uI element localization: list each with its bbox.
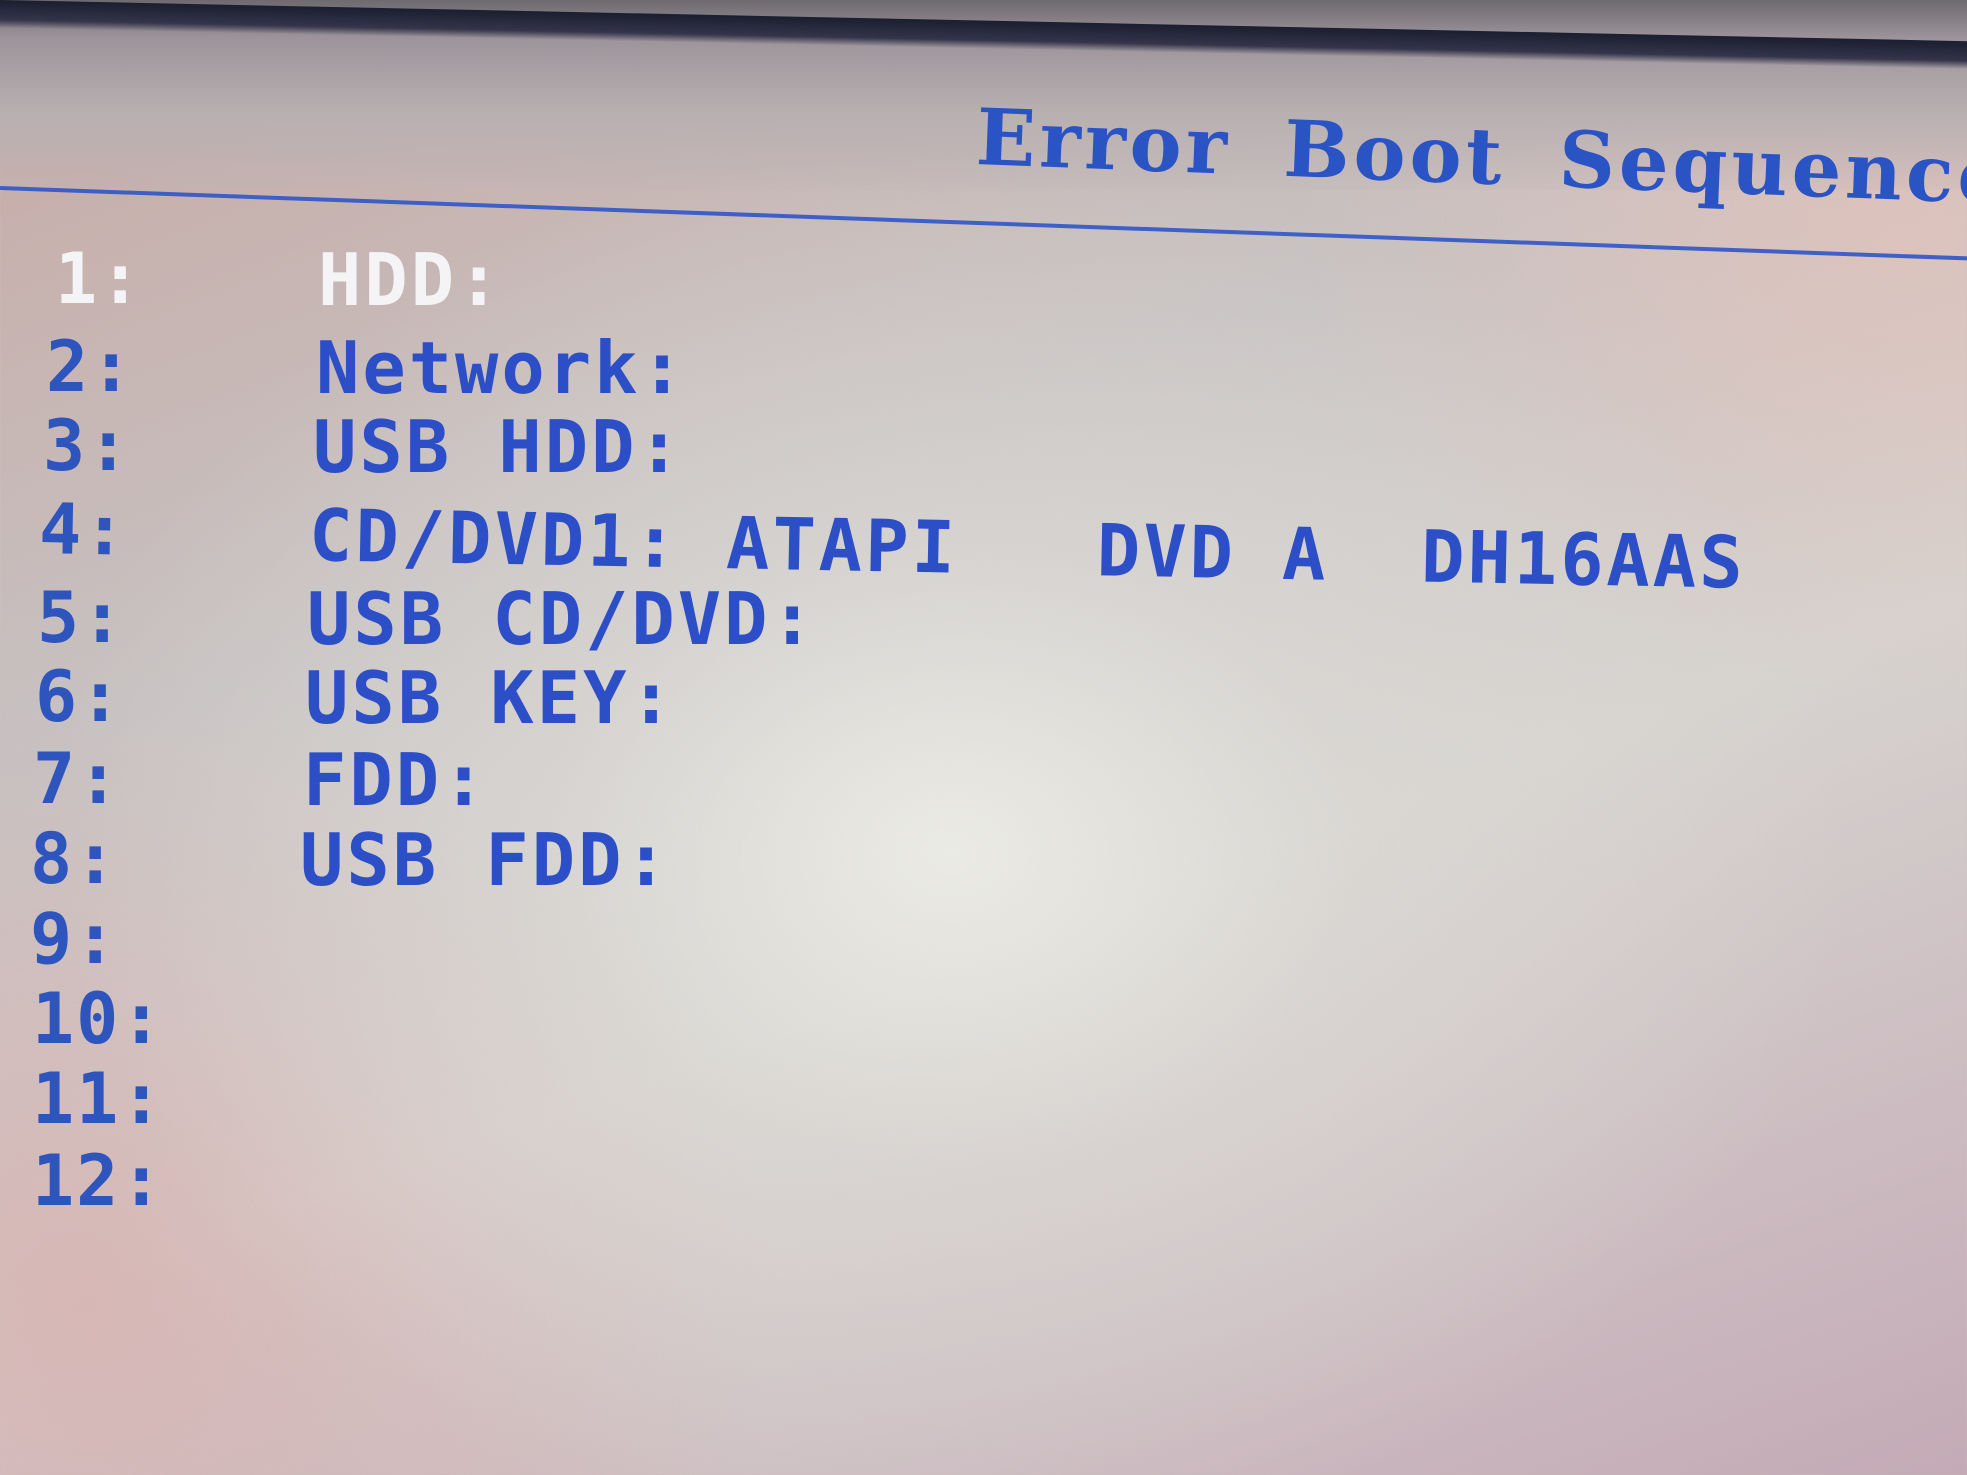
boot-item-device: USB FDD:: [300, 818, 671, 902]
boot-item-index: 1:: [55, 238, 144, 320]
boot-item-device: FDD:: [303, 738, 489, 822]
boot-item-index: 9:: [30, 898, 119, 980]
boot-item-index: 5:: [37, 577, 126, 659]
boot-item-index: 8:: [30, 818, 119, 900]
boot-item-device: USB KEY:: [305, 656, 676, 740]
boot-item-device: Network:: [316, 326, 687, 410]
boot-item-index: 11:: [32, 1058, 165, 1140]
boot-sequence-list: 1: HDD: 2: Network: 3: USB HDD: 4: CD/DV…: [0, 0, 1967, 1475]
boot-item-index: 3:: [43, 405, 132, 487]
boot-item-index: 7:: [33, 738, 122, 820]
boot-item-index: 12:: [32, 1140, 165, 1222]
boot-item-index: 10:: [32, 978, 165, 1060]
boot-item-index: 6:: [35, 656, 124, 738]
boot-item-device: USB CD/DVD:: [307, 577, 817, 661]
boot-item-index: 4:: [38, 488, 129, 572]
boot-item-device: HDD:: [318, 238, 504, 322]
boot-item-device: USB HDD:: [313, 405, 684, 489]
boot-item-index: 2:: [46, 326, 135, 408]
